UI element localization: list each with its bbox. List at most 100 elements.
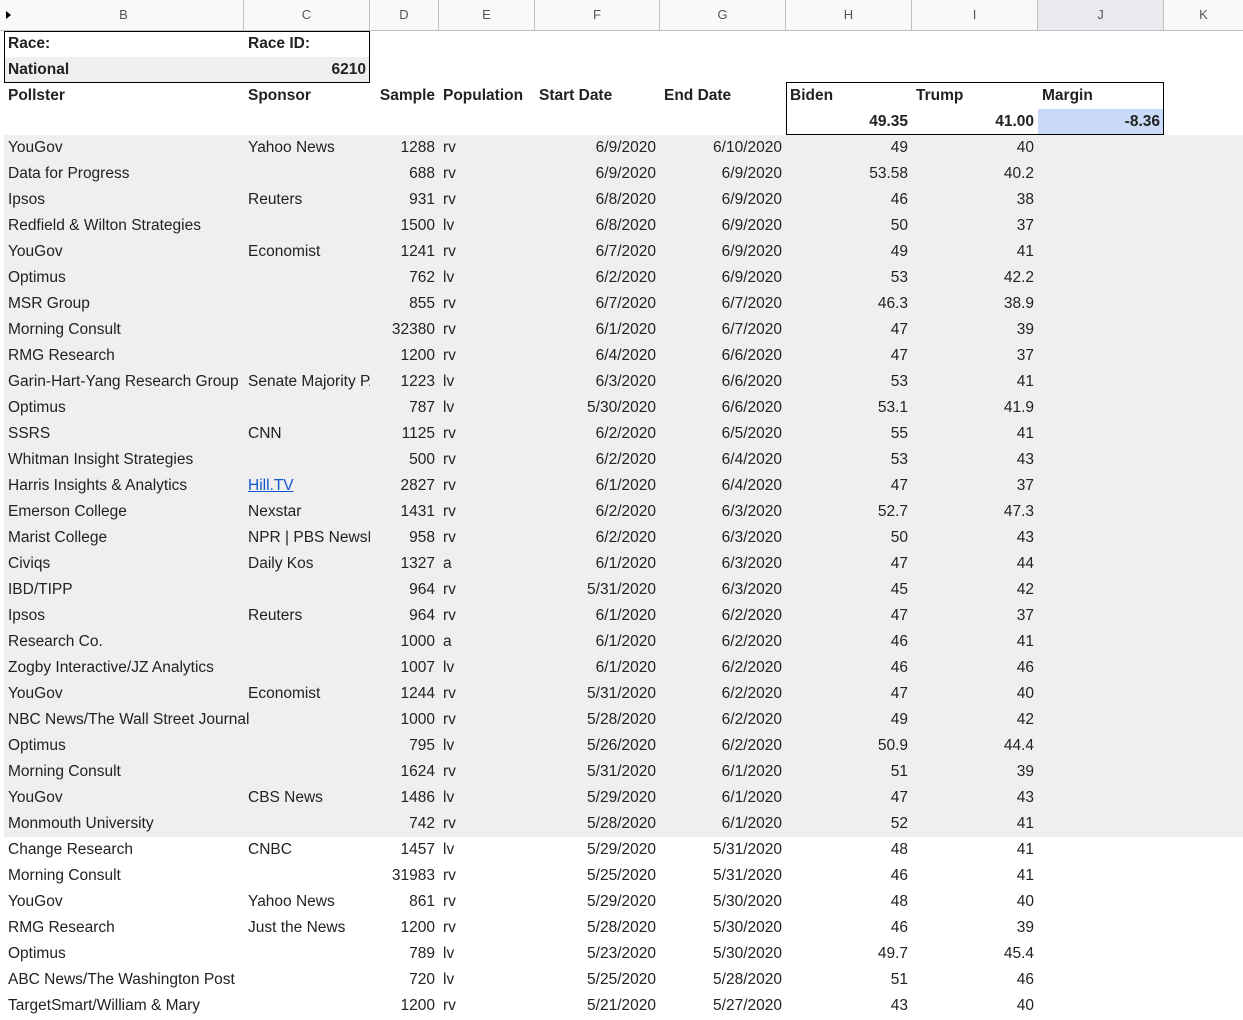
population-cell[interactable]: rv [439, 187, 535, 213]
end-date-cell[interactable]: 6/2/2020 [660, 733, 786, 759]
biden-cell[interactable]: 50 [786, 213, 912, 239]
sponsor-cell[interactable] [244, 967, 370, 993]
trump-cell[interactable]: 45.4 [912, 941, 1038, 967]
sample-cell[interactable]: 964 [370, 603, 439, 629]
population-cell[interactable]: rv [439, 499, 535, 525]
end-date-cell[interactable]: 6/4/2020 [660, 473, 786, 499]
sample-cell[interactable]: 1000 [370, 629, 439, 655]
sponsor-cell[interactable] [244, 577, 370, 603]
sponsor-cell[interactable]: Yahoo News [244, 135, 370, 161]
start-date-cell[interactable]: 5/29/2020 [535, 837, 660, 863]
column-header-d[interactable]: D [370, 0, 439, 30]
end-date-cell[interactable]: 6/9/2020 [660, 187, 786, 213]
population-cell[interactable]: rv [439, 291, 535, 317]
biden-cell[interactable]: 47 [786, 317, 912, 343]
sponsor-cell[interactable]: CNN [244, 421, 370, 447]
start-date-cell[interactable]: 5/31/2020 [535, 681, 660, 707]
start-date-cell[interactable]: 6/1/2020 [535, 473, 660, 499]
end-date-cell[interactable]: 6/2/2020 [660, 629, 786, 655]
end-date-cell[interactable]: 5/30/2020 [660, 889, 786, 915]
pollster-cell[interactable]: Civiqs [4, 551, 248, 577]
start-date-cell[interactable]: 6/1/2020 [535, 655, 660, 681]
sample-cell[interactable]: 958 [370, 525, 439, 551]
sponsor-cell[interactable] [244, 213, 370, 239]
population-cell[interactable]: lv [439, 733, 535, 759]
trump-cell[interactable]: 44 [912, 551, 1038, 577]
pollster-cell[interactable]: SSRS [4, 421, 248, 447]
pollster-cell[interactable]: Harris Insights & Analytics [4, 473, 248, 499]
sponsor-cell[interactable] [244, 941, 370, 967]
biden-cell[interactable]: 50 [786, 525, 912, 551]
end-date-cell[interactable]: 6/1/2020 [660, 785, 786, 811]
trump-average[interactable]: 41.00 [912, 109, 1038, 135]
sample-cell[interactable]: 964 [370, 577, 439, 603]
end-date-cell[interactable]: 5/28/2020 [660, 967, 786, 993]
biden-cell[interactable]: 48 [786, 889, 912, 915]
sample-cell[interactable]: 1200 [370, 343, 439, 369]
start-date-cell[interactable]: 6/4/2020 [535, 343, 660, 369]
sample-cell[interactable]: 861 [370, 889, 439, 915]
sample-cell[interactable]: 32380 [370, 317, 439, 343]
start-date-cell[interactable]: 5/28/2020 [535, 915, 660, 941]
pollster-cell[interactable]: Garin-Hart-Yang Research Group [4, 369, 248, 395]
trump-cell[interactable]: 40 [912, 135, 1038, 161]
end-date-cell[interactable]: 6/3/2020 [660, 499, 786, 525]
end-date-cell[interactable]: 6/9/2020 [660, 239, 786, 265]
sample-cell[interactable]: 1624 [370, 759, 439, 785]
end-date-cell[interactable]: 6/3/2020 [660, 577, 786, 603]
population-cell[interactable]: rv [439, 135, 535, 161]
sponsor-cell[interactable] [244, 629, 370, 655]
sponsor-cell[interactable]: Economist [244, 681, 370, 707]
population-cell[interactable]: rv [439, 577, 535, 603]
trump-cell[interactable]: 43 [912, 785, 1038, 811]
trump-cell[interactable]: 41.9 [912, 395, 1038, 421]
start-date-cell[interactable]: 6/7/2020 [535, 291, 660, 317]
pollster-cell[interactable]: Ipsos [4, 603, 248, 629]
sample-cell[interactable]: 742 [370, 811, 439, 837]
column-header-f[interactable]: F [535, 0, 660, 30]
sponsor-cell[interactable]: Daily Kos [244, 551, 370, 577]
margin-average[interactable]: -8.36 [1038, 109, 1164, 135]
trump-cell[interactable]: 47.3 [912, 499, 1038, 525]
start-date-cell[interactable]: 6/2/2020 [535, 499, 660, 525]
biden-cell[interactable]: 52.7 [786, 499, 912, 525]
start-date-cell[interactable]: 6/2/2020 [535, 265, 660, 291]
sponsor-cell[interactable] [244, 707, 370, 733]
population-cell[interactable]: rv [439, 473, 535, 499]
biden-cell[interactable]: 46 [786, 863, 912, 889]
start-date-cell[interactable]: 5/31/2020 [535, 577, 660, 603]
end-date-cell[interactable]: 6/9/2020 [660, 213, 786, 239]
trump-cell[interactable]: 41 [912, 837, 1038, 863]
column-header-h[interactable]: H [786, 0, 912, 30]
population-cell[interactable]: lv [439, 655, 535, 681]
biden-cell[interactable]: 43 [786, 993, 912, 1019]
biden-cell[interactable]: 46 [786, 629, 912, 655]
population-cell[interactable]: rv [439, 889, 535, 915]
trump-cell[interactable]: 40 [912, 681, 1038, 707]
pollster-cell[interactable]: YouGov [4, 889, 248, 915]
column-header-k[interactable]: K [1164, 0, 1243, 30]
biden-cell[interactable]: 47 [786, 785, 912, 811]
end-date-cell[interactable]: 5/30/2020 [660, 941, 786, 967]
trump-cell[interactable]: 38 [912, 187, 1038, 213]
pollster-cell[interactable]: YouGov [4, 785, 248, 811]
biden-cell[interactable]: 46 [786, 187, 912, 213]
biden-cell[interactable]: 51 [786, 759, 912, 785]
population-cell[interactable]: rv [439, 863, 535, 889]
end-date-cell[interactable]: 6/3/2020 [660, 551, 786, 577]
end-date-cell[interactable]: 6/6/2020 [660, 343, 786, 369]
end-date-cell[interactable]: 5/27/2020 [660, 993, 786, 1019]
biden-average[interactable]: 49.35 [786, 109, 912, 135]
population-cell[interactable]: rv [439, 811, 535, 837]
sponsor-cell[interactable] [244, 395, 370, 421]
start-date-cell[interactable]: 5/26/2020 [535, 733, 660, 759]
column-header-i[interactable]: I [912, 0, 1038, 30]
trump-cell[interactable]: 44.4 [912, 733, 1038, 759]
population-cell[interactable]: lv [439, 265, 535, 291]
trump-cell[interactable]: 46 [912, 967, 1038, 993]
population-cell[interactable]: lv [439, 213, 535, 239]
trump-cell[interactable]: 37 [912, 603, 1038, 629]
sample-cell[interactable]: 762 [370, 265, 439, 291]
sponsor-cell[interactable]: CNBC [244, 837, 370, 863]
column-header-j[interactable]: J [1038, 0, 1164, 30]
